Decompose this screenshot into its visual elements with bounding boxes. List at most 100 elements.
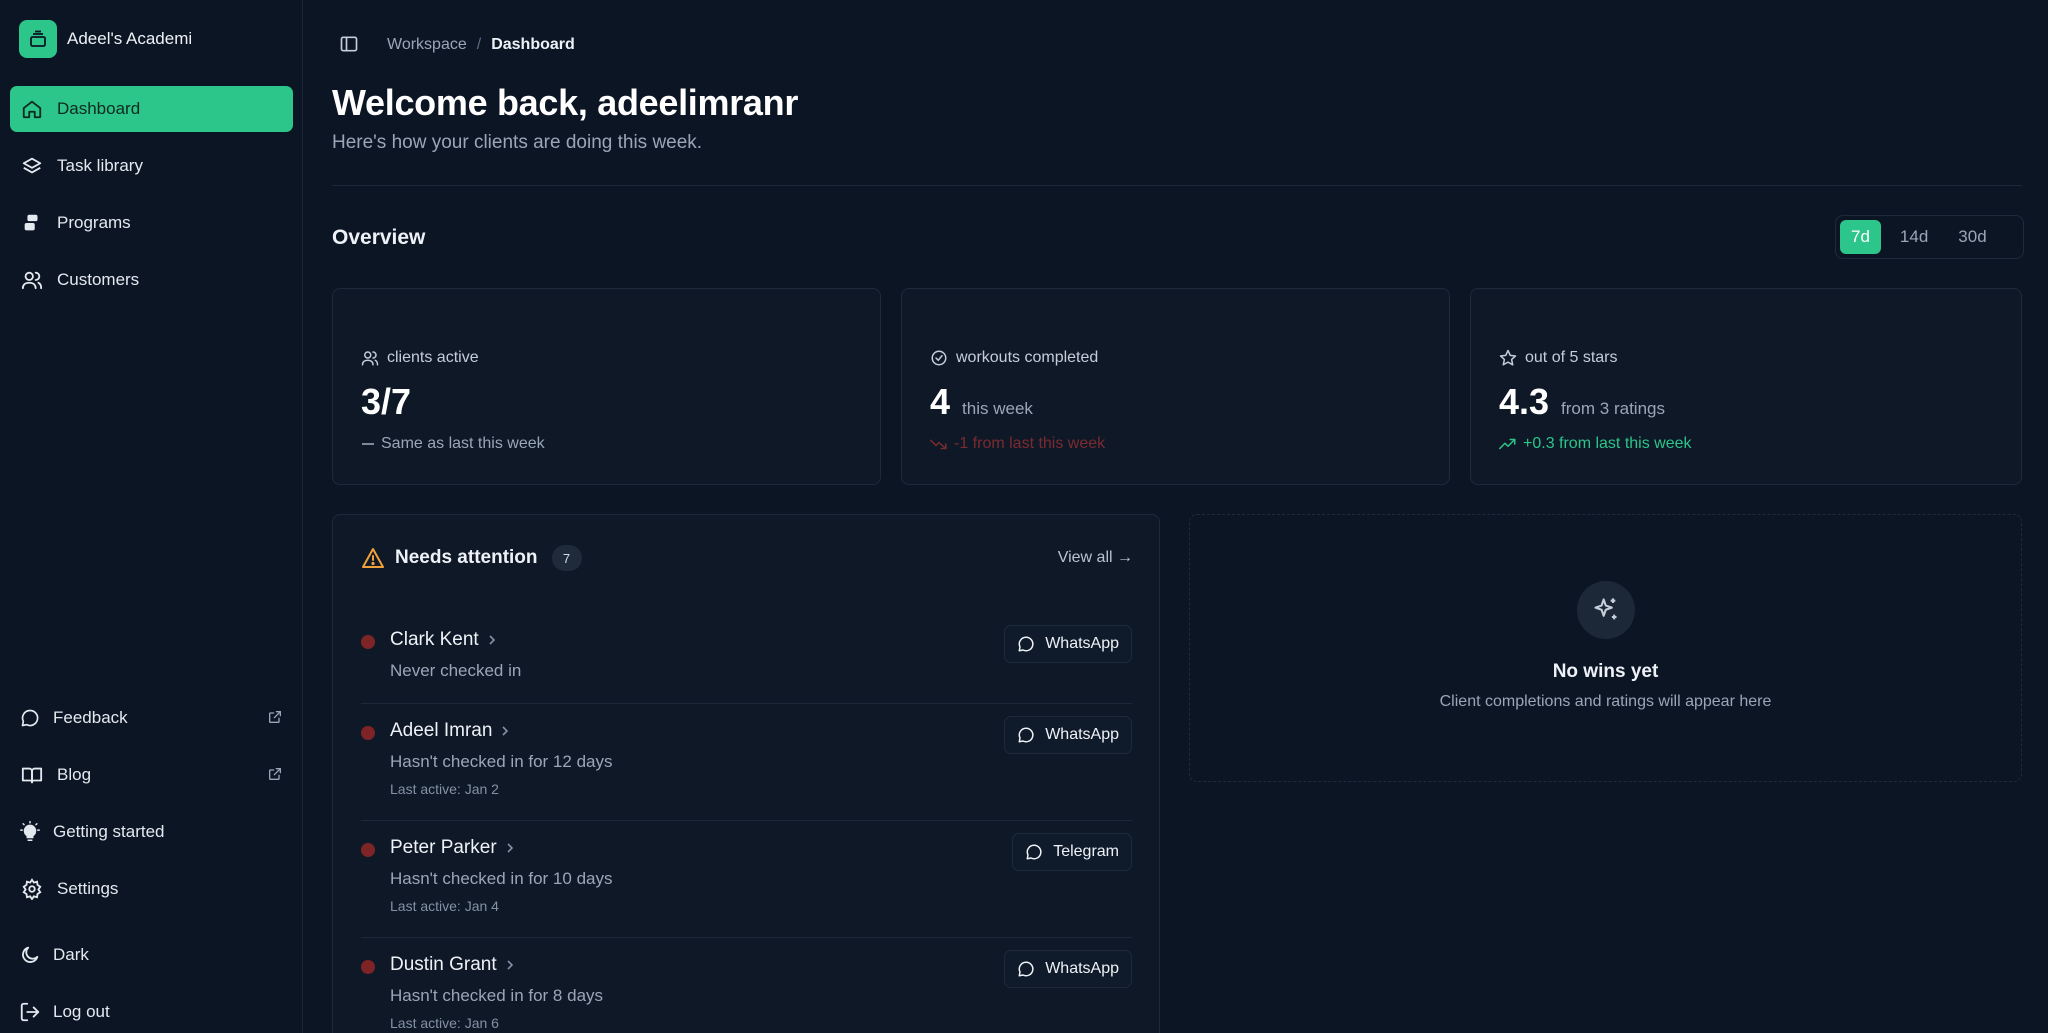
- telegram-button[interactable]: Telegram: [1012, 833, 1132, 871]
- checkin-message: Never checked in: [390, 661, 522, 680]
- attention-row[interactable]: Dustin Grant Hasn't checked in for 8 day…: [361, 938, 1132, 1033]
- message-icon: [18, 706, 42, 730]
- workspace-switcher[interactable]: Adeel's Academi: [19, 20, 192, 58]
- view-all-link[interactable]: View all →: [1058, 549, 1133, 567]
- checkin-message: Hasn't checked in for 8 days: [390, 986, 604, 1005]
- external-link-icon: [267, 709, 283, 725]
- whatsapp-button[interactable]: WhatsApp: [1004, 950, 1132, 988]
- client-name[interactable]: Adeel Imran: [390, 720, 509, 742]
- stat-label: out of 5 stars: [1499, 349, 1618, 367]
- warning-icon: [361, 547, 385, 569]
- sidebar-item-feedback[interactable]: Feedback: [10, 695, 293, 741]
- stat-label-text: workouts completed: [956, 349, 1099, 366]
- chevron-right-icon: [507, 843, 513, 853]
- status-dot: [361, 843, 375, 857]
- status-dot: [361, 960, 375, 974]
- breadcrumb-separator: /: [476, 36, 482, 53]
- home-icon: [20, 97, 44, 121]
- stat-card-workouts-completed: workouts completed 4 this week -1 from l…: [901, 288, 1450, 485]
- stat-unit: from 3 ratings: [1561, 399, 1665, 418]
- range-30d-button[interactable]: 30d: [1947, 220, 1997, 254]
- client-name[interactable]: Clark Kent: [390, 629, 496, 651]
- range-7d-button[interactable]: 7d: [1840, 220, 1881, 254]
- sparkles-icon: [1577, 581, 1635, 639]
- stat-delta-text: -1 from last this week: [954, 435, 1106, 452]
- stat-delta: Same as last this week: [361, 435, 545, 453]
- attention-row[interactable]: Adeel Imran Hasn't checked in for 12 day…: [361, 704, 1132, 821]
- stat-unit: this week: [962, 399, 1033, 418]
- wins-panel: No wins yet Client completions and ratin…: [1189, 514, 2022, 782]
- attention-row[interactable]: Peter Parker Hasn't checked in for 10 da…: [361, 821, 1132, 938]
- layers-icon: [20, 154, 44, 178]
- programs-icon: [20, 211, 44, 235]
- needs-attention-panel: Needs attention 7 View all → Clark Kent …: [332, 514, 1160, 1033]
- sidebar-toggle-icon[interactable]: [339, 34, 361, 56]
- checkin-message: Hasn't checked in for 12 days: [390, 752, 613, 771]
- message-icon: [1018, 961, 1034, 977]
- stat-delta: +0.3 from last this week: [1499, 435, 1692, 453]
- sidebar: Adeel's Academi Dashboard Task library P…: [0, 0, 303, 1033]
- brand-logo-icon: [19, 20, 57, 58]
- stat-value: 4.3 from 3 ratings: [1499, 381, 1665, 423]
- message-icon: [1018, 636, 1034, 652]
- main-content: Workspace / Dashboard Welcome back, adee…: [304, 0, 2048, 1033]
- header-divider: [332, 185, 2022, 186]
- users-icon: [20, 268, 44, 292]
- stat-delta: -1 from last this week: [930, 435, 1105, 453]
- attention-row[interactable]: Clark Kent Never checked in WhatsApp: [361, 613, 1132, 704]
- workspace-name: Adeel's Academi: [67, 29, 193, 48]
- logout-icon: [18, 1000, 42, 1024]
- stat-delta-text: +0.3 from last this week: [1523, 435, 1692, 452]
- sidebar-item-settings[interactable]: Settings: [10, 866, 293, 912]
- stat-card-clients-active: clients active 3/7 Same as last this wee…: [332, 288, 881, 485]
- gear-icon: [20, 877, 44, 901]
- sidebar-item-blog[interactable]: Blog: [10, 752, 293, 798]
- theme-toggle[interactable]: Dark: [10, 932, 293, 978]
- stat-number: 4.3: [1499, 381, 1550, 422]
- sidebar-item-label: Feedback: [53, 708, 128, 727]
- whatsapp-button[interactable]: WhatsApp: [1004, 625, 1132, 663]
- lightbulb-icon: [18, 820, 42, 844]
- page-title: Welcome back, adeelimranr: [332, 82, 799, 123]
- sidebar-item-label: Programs: [57, 213, 131, 232]
- chevron-right-icon: [502, 726, 509, 736]
- client-name[interactable]: Peter Parker: [390, 837, 514, 859]
- range-selector: 7d 14d 30d: [1835, 215, 2024, 259]
- breadcrumb: Workspace / Dashboard: [339, 34, 575, 56]
- stat-label: clients active: [361, 349, 479, 367]
- stat-label: workouts completed: [930, 349, 1098, 367]
- trend-down-icon: [930, 437, 954, 451]
- trend-up-icon: [1499, 437, 1523, 451]
- wins-empty-subtitle: Client completions and ratings will appe…: [1439, 693, 1772, 710]
- last-active: Last active: Jan 6: [390, 1015, 499, 1031]
- needs-attention-title: Needs attention: [395, 547, 538, 568]
- stat-value: 3/7: [361, 381, 411, 423]
- checkin-message: Hasn't checked in for 10 days: [390, 869, 613, 888]
- message-icon: [1018, 727, 1034, 743]
- sidebar-item-customers[interactable]: Customers: [10, 257, 293, 303]
- stat-label-text: out of 5 stars: [1525, 349, 1618, 366]
- last-active: Last active: Jan 2: [390, 781, 499, 797]
- stat-number: 4: [930, 381, 951, 422]
- sidebar-item-label: Customers: [57, 270, 140, 289]
- breadcrumb-current: Dashboard: [491, 36, 575, 53]
- stat-value: 4 this week: [930, 381, 1033, 423]
- sidebar-item-label: Task library: [57, 156, 143, 175]
- logout-button[interactable]: Log out: [10, 989, 293, 1033]
- check-circle-icon: [930, 349, 956, 367]
- needs-attention-header: Needs attention 7: [361, 545, 582, 571]
- message-icon: [1026, 844, 1042, 860]
- sidebar-item-getting-started[interactable]: Getting started: [10, 809, 293, 855]
- client-name[interactable]: Dustin Grant: [390, 954, 514, 976]
- dash-icon: [361, 437, 381, 451]
- sidebar-item-label: Settings: [57, 879, 119, 898]
- sidebar-item-dashboard[interactable]: Dashboard: [10, 86, 293, 132]
- whatsapp-button[interactable]: WhatsApp: [1004, 716, 1132, 754]
- sidebar-item-programs[interactable]: Programs: [10, 200, 293, 246]
- chevron-right-icon: [507, 960, 513, 970]
- sidebar-item-task-library[interactable]: Task library: [10, 143, 293, 189]
- range-14d-button[interactable]: 14d: [1889, 220, 1939, 254]
- breadcrumb-workspace[interactable]: Workspace: [387, 36, 467, 54]
- book-icon: [20, 763, 44, 787]
- star-icon: [1499, 349, 1525, 367]
